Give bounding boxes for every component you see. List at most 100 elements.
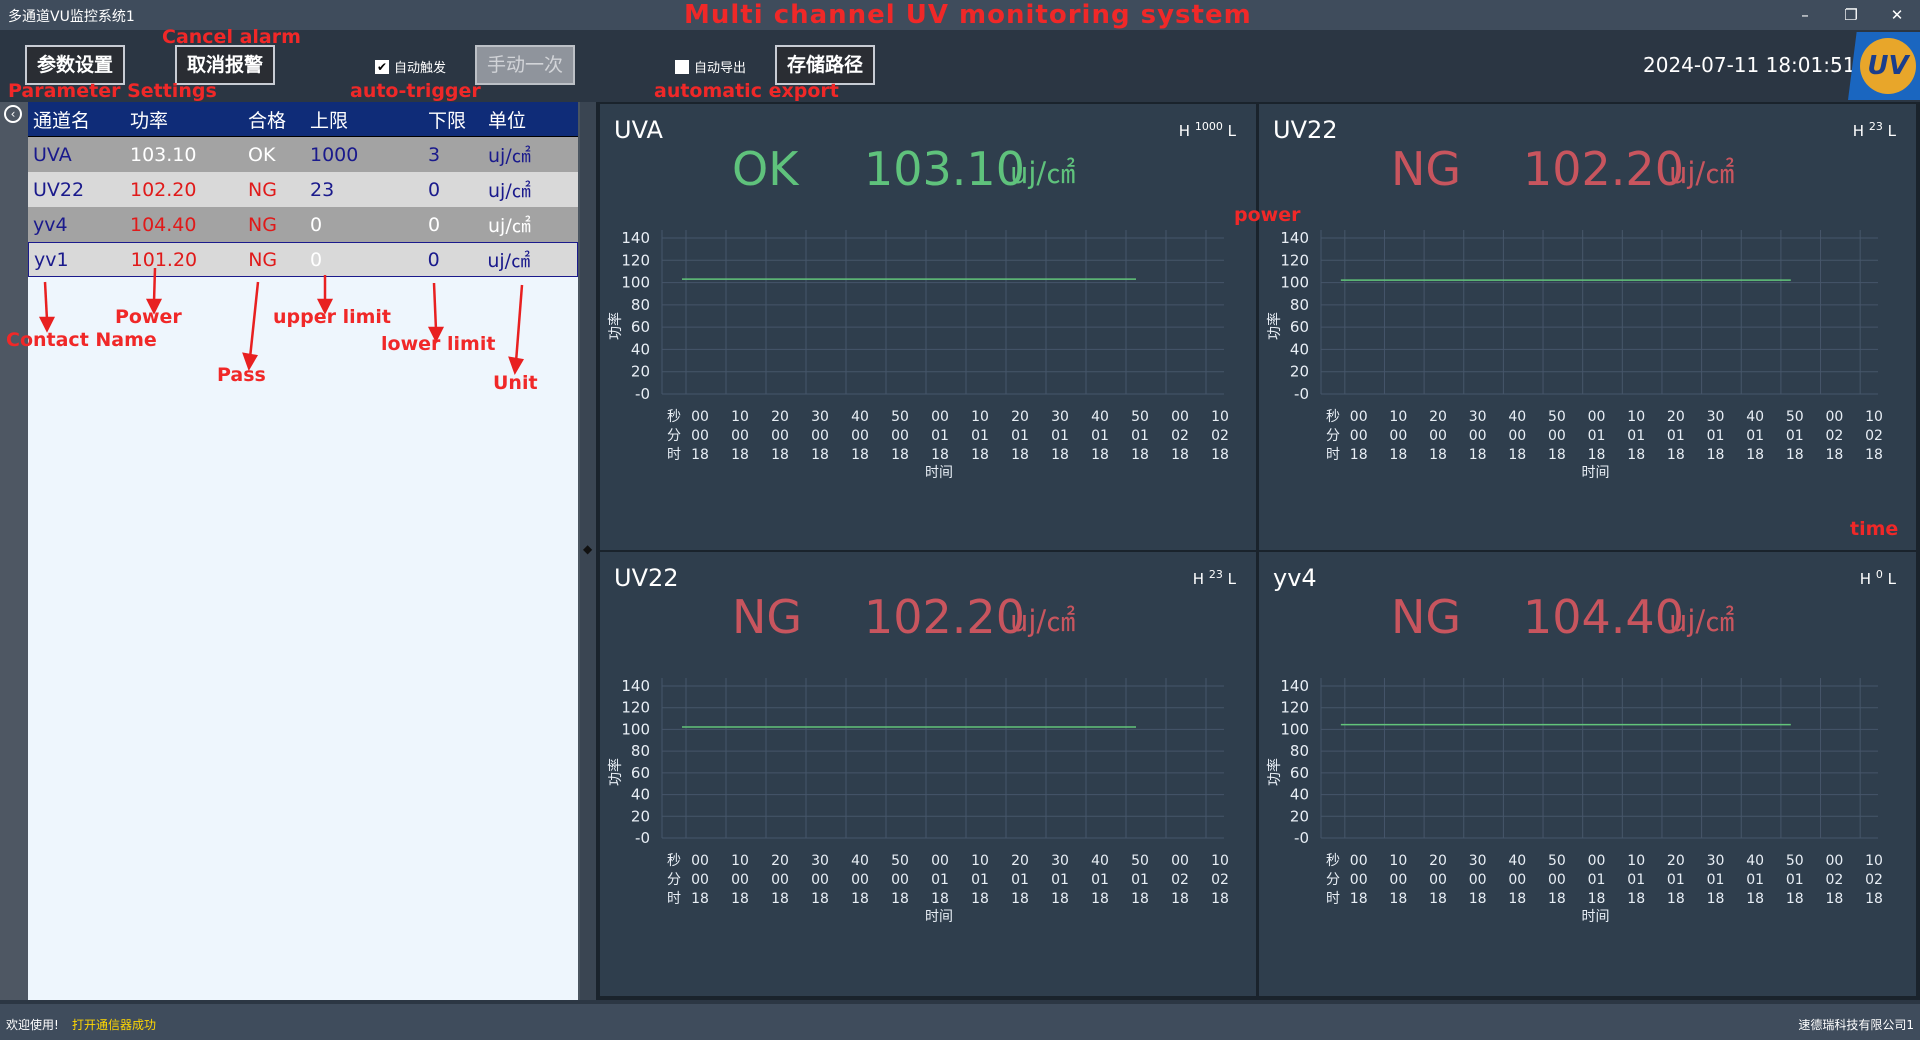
y-tick-label: 60 — [631, 764, 650, 782]
table-row[interactable]: yv4 104.40 NG 0 0 uj/㎠ — [28, 207, 578, 242]
x-tick-label: 18 — [1865, 891, 1883, 907]
x-tick-label: 18 — [1508, 891, 1526, 907]
cancel-alarm-button[interactable]: 取消报警 — [175, 45, 275, 85]
x-tick-label: 00 — [1548, 872, 1566, 888]
y-tick-label: 120 — [621, 251, 650, 269]
x-tick-label: 02 — [1865, 428, 1883, 444]
x-tick-label: 18 — [811, 891, 829, 907]
table-row[interactable]: UV22 102.20 NG 23 0 uj/㎠ — [28, 172, 578, 207]
x-tick-label: 18 — [1667, 891, 1685, 907]
x-tick-label: 18 — [1469, 447, 1487, 463]
x-row-label: 分 — [1326, 872, 1340, 888]
x-tick-label: 40 — [1508, 409, 1526, 425]
x-tick-label: 18 — [1786, 891, 1804, 907]
x-tick-label: 00 — [891, 428, 909, 444]
table-row[interactable]: UVA 103.10 OK 1000 3 uj/㎠ — [28, 137, 578, 172]
x-tick-label: 18 — [851, 891, 869, 907]
x-tick-label: 00 — [1548, 428, 1566, 444]
y-tick-label: -0 — [1294, 385, 1309, 403]
x-row-label: 分 — [667, 428, 681, 444]
x-tick-label: 18 — [771, 447, 789, 463]
x-tick-label: 20 — [1011, 409, 1029, 425]
x-tick-label: 40 — [1508, 853, 1526, 869]
x-tick-label: 01 — [1011, 428, 1029, 444]
card-value: 104.40 — [1523, 590, 1684, 644]
x-row-label: 秒 — [1326, 409, 1340, 425]
x-tick-label: 18 — [1508, 447, 1526, 463]
x-row-label: 分 — [1326, 428, 1340, 444]
x-tick-label: 00 — [1469, 872, 1487, 888]
y-tick-label: 100 — [621, 720, 650, 738]
x-tick-label: 10 — [971, 853, 989, 869]
x-tick-label: 00 — [891, 872, 909, 888]
y-tick-label: 20 — [1290, 807, 1309, 825]
card-title: UV22 — [1273, 116, 1338, 144]
x-tick-label: 18 — [1825, 891, 1843, 907]
cell-upper: 0 — [310, 213, 323, 236]
card-limits: H 23 L — [1192, 568, 1236, 588]
x-tick-label: 00 — [811, 428, 829, 444]
annotation-lower-limit: lower limit — [381, 333, 496, 355]
manual-once-button[interactable]: 手动一次 — [475, 45, 575, 85]
annotation-unit: Unit — [493, 372, 538, 394]
x-tick-label: 18 — [1865, 447, 1883, 463]
x-tick-label: 02 — [1865, 872, 1883, 888]
y-tick-label: 60 — [1290, 764, 1309, 782]
header-channel-name: 通道名 — [33, 109, 91, 132]
cell-pass: OK — [248, 143, 276, 166]
x-tick-label: 20 — [1667, 409, 1685, 425]
collapse-icon[interactable]: ‹ — [4, 105, 22, 123]
auto-export-label: 自动导出 — [694, 61, 747, 76]
auto-export-checkbox[interactable]: 自动导出 — [675, 57, 746, 76]
x-axis-label: 时间 — [1582, 465, 1610, 481]
cell-pass: NG — [248, 213, 277, 236]
x-axis-label: 时间 — [925, 909, 953, 925]
y-tick-label: 80 — [1290, 296, 1309, 314]
table-row-selected[interactable]: yv1 101.20 NG 0 0 uj/㎠ — [28, 242, 578, 277]
x-tick-label: 18 — [811, 447, 829, 463]
cell-power: 104.40 — [130, 213, 197, 236]
restore-button[interactable]: ❐ — [1828, 0, 1874, 30]
parameter-settings-button[interactable]: 参数设置 — [25, 45, 125, 85]
x-tick-label: 18 — [1786, 447, 1804, 463]
x-tick-label: 01 — [1667, 872, 1685, 888]
x-tick-label: 18 — [771, 891, 789, 907]
cell-power: 103.10 — [130, 143, 197, 166]
x-tick-label: 02 — [1171, 428, 1189, 444]
x-tick-label: 01 — [1091, 428, 1109, 444]
x-tick-label: 40 — [1091, 853, 1109, 869]
x-tick-label: 00 — [931, 409, 949, 425]
card-title: yv4 — [1273, 564, 1317, 592]
auto-export-check-icon — [675, 59, 689, 74]
cell-upper: 0 — [310, 248, 323, 271]
x-axis-label: 时间 — [925, 465, 953, 481]
storage-path-button[interactable]: 存储路径 — [775, 45, 875, 85]
y-tick-label: 80 — [1290, 742, 1309, 760]
x-tick-label: 18 — [1627, 891, 1645, 907]
cell-pass: NG — [248, 178, 277, 201]
card-unit: uj/㎠ — [1669, 156, 1735, 190]
x-tick-label: 00 — [1350, 872, 1368, 888]
x-row-label: 时 — [1326, 891, 1340, 907]
x-tick-label: 18 — [1051, 447, 1069, 463]
y-tick-label: 100 — [1280, 274, 1309, 292]
minimize-button[interactable]: – — [1782, 0, 1828, 30]
auto-trigger-checkbox[interactable]: ✔ 自动触发 — [375, 57, 446, 76]
close-button[interactable]: ✕ — [1874, 0, 1920, 30]
annotation-pass: Pass — [217, 364, 266, 386]
panel-splitter[interactable]: ◆ — [580, 102, 596, 1000]
annotation-title: Multi channel UV monitoring system — [684, 0, 1252, 30]
x-tick-label: 10 — [1865, 409, 1883, 425]
x-tick-label: 50 — [1786, 409, 1804, 425]
y-tick-label: 140 — [621, 677, 650, 695]
x-tick-label: 00 — [1825, 409, 1843, 425]
card-unit: uj/㎠ — [1669, 604, 1735, 638]
cell-name: UVA — [33, 143, 72, 166]
x-tick-label: 10 — [1211, 853, 1229, 869]
x-tick-label: 02 — [1171, 872, 1189, 888]
x-tick-label: 18 — [1667, 447, 1685, 463]
x-tick-label: 00 — [851, 872, 869, 888]
card-limits: H 23 L — [1852, 120, 1896, 140]
x-tick-label: 18 — [1091, 891, 1109, 907]
cell-lower: 0 — [428, 213, 441, 236]
